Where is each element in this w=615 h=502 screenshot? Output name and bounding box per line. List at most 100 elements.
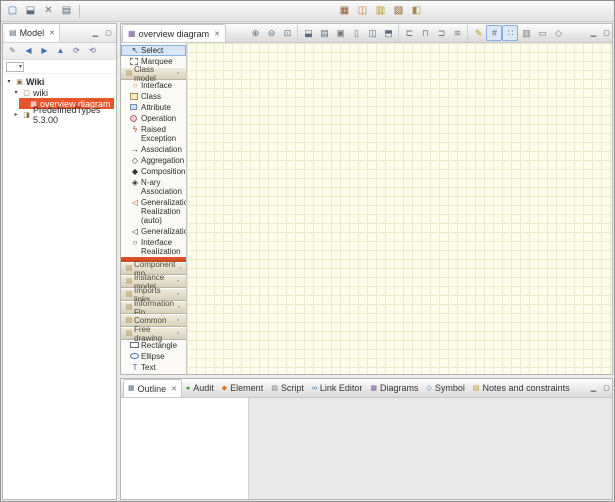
new-icon[interactable]: ▢ (4, 3, 21, 20)
tab-icon: ▤ (271, 385, 278, 392)
tree-filter-dropdown[interactable]: ▾ (6, 62, 24, 72)
navigate-forward-icon[interactable]: ▶ (37, 44, 52, 58)
smart-link-icon[interactable]: ◇ (550, 25, 566, 41)
minimize-icon[interactable]: ▁ (90, 28, 101, 39)
tree-item-label: wiki (33, 88, 48, 98)
navigate-back-icon[interactable]: ◀ (21, 44, 36, 58)
wizard-icon[interactable]: ◫ (354, 3, 371, 20)
drawer-pin-icon[interactable]: ◦ (173, 330, 183, 337)
palette-item-operation[interactable]: Operation (121, 113, 186, 124)
close-icon[interactable]: ✕ (49, 29, 55, 37)
maximize-icon[interactable]: ▢ (601, 28, 612, 39)
zoom-in-icon[interactable]: ⊕ (247, 25, 263, 41)
palette-drawer-information-flows[interactable]: ▤ Information Flo... ◦ (121, 301, 186, 314)
maximize-icon[interactable]: ▢ (601, 383, 612, 394)
close-icon[interactable]: ✕ (214, 30, 220, 38)
tab-overview-diagram[interactable]: ▦ overview diagram ✕ (122, 24, 226, 42)
palette-item-line[interactable]: ╲ Line (121, 373, 186, 374)
toolbar-button-glyph: ⟳ (73, 47, 80, 55)
maximize-icon[interactable]: ▢ (103, 28, 114, 39)
show-grid-icon[interactable]: # (486, 25, 502, 41)
tab-label: overview diagram (139, 29, 210, 39)
expand-toggle-icon[interactable]: ▾ (12, 89, 20, 96)
drawer-pin-icon[interactable]: ◦ (175, 265, 185, 272)
snap-to-grid-icon[interactable]: ∷ (502, 25, 518, 41)
drawer-pin-icon[interactable]: ◦ (173, 70, 183, 77)
edit-style-icon[interactable]: ✎ (470, 25, 486, 41)
align-right-icon[interactable]: ⊐ (433, 25, 449, 41)
align-top-icon[interactable]: ⊓ (417, 25, 433, 41)
tab-symbol[interactable]: ◇ Symbol ✕ (423, 379, 469, 397)
palette-tool-select[interactable]: ↖ Select (121, 45, 186, 56)
element-create-icon[interactable]: ◧ (408, 3, 425, 20)
tab-label: Symbol (435, 383, 465, 393)
tab-label: Model (20, 28, 45, 38)
print-diagram-icon[interactable]: ▤ (316, 25, 332, 41)
edit-properties-icon[interactable]: ✎ (5, 44, 20, 58)
drawer-pin-icon[interactable]: ◦ (173, 278, 183, 285)
drawer-pin-icon[interactable]: ◦ (173, 291, 183, 298)
application-window: ▢ ⬓ ✕ ▤ ▦ ◫ ▥ ▨ ◧ ▤ (0, 0, 615, 502)
zoom-out-icon[interactable]: ⊖ (263, 25, 279, 41)
toolbar-separator (79, 5, 80, 18)
tab-diagrams[interactable]: ▦ Diagrams ✕ (366, 379, 422, 397)
expand-toggle-icon[interactable]: ▸ (12, 111, 20, 118)
tab-notes-constraints[interactable]: ▤ Notes and constraints ✕ (469, 379, 574, 397)
palette-item-aggregation[interactable]: ◇ Aggregation (121, 155, 186, 166)
palette-item-rectangle[interactable]: Rectangle (121, 340, 186, 351)
palette-item-composition[interactable]: ◆ Composition (121, 166, 186, 177)
tab-script[interactable]: ▤ Script ✕ (267, 379, 308, 397)
delete-icon[interactable]: ✕ (40, 3, 57, 20)
palette-item-association[interactable]: → Association (121, 144, 186, 155)
tree-item-predefined-types[interactable]: ▸ ◨ PredefinedTypes 5.3.00 (3, 109, 116, 120)
tab-link-editor[interactable]: ∞ Link Editor ✕ (308, 379, 367, 397)
pattern-icon[interactable]: ▥ (372, 3, 389, 20)
palette-item-nary-association[interactable]: ◈ N-ary Association (121, 177, 186, 197)
palette-item-ellipse[interactable]: Ellipse (121, 351, 186, 362)
palette-item-label: Ellipse (141, 352, 185, 361)
copy-image-icon[interactable]: ▣ (332, 25, 348, 41)
tab-element[interactable]: ◆ Element ✕ (218, 379, 267, 397)
fit-to-window-icon[interactable]: ◫ (364, 25, 380, 41)
palette-item-attribute[interactable]: Attribute (121, 102, 186, 113)
refresh-icon[interactable]: ⟳ (69, 44, 84, 58)
align-left-icon[interactable]: ⊏ (401, 25, 417, 41)
editor-body: ↖ Select Marquee ▤ Class model (121, 43, 612, 374)
tab-icon: ◇ (427, 385, 432, 392)
palette-item-generalization[interactable]: ◁ Generalization (121, 226, 186, 237)
palette-drawer-free-drawing[interactable]: ▤ Free drawing ◦ (121, 327, 186, 340)
page-bounds-icon[interactable]: ▭ (534, 25, 550, 41)
palette-item-generalization-realization-auto[interactable]: ◁ Generalizatio... Realization (auto) (121, 197, 186, 226)
drawer-pin-icon[interactable]: ◦ (173, 317, 183, 324)
tab-model[interactable]: ▤ Model ✕ (5, 24, 60, 42)
palette-item-text[interactable]: T Text (121, 362, 186, 373)
expand-toggle-icon[interactable]: ▾ (5, 78, 13, 85)
link-with-editor-icon[interactable]: ⟲ (85, 44, 100, 58)
diagram-canvas[interactable] (187, 43, 612, 374)
palette-item-interface-realization[interactable]: ○ Interface Realization (121, 237, 186, 257)
zoom-fit-icon[interactable]: ⊡ (279, 25, 295, 41)
page-setup-icon[interactable]: ▯ (348, 25, 364, 41)
save-diagram-icon[interactable]: ⬓ (300, 25, 316, 41)
palette-item-class[interactable]: Class (121, 91, 186, 102)
palette-item-interface[interactable]: ○ Interface (121, 80, 186, 91)
minimize-icon[interactable]: ▁ (588, 28, 599, 39)
navigate-up-icon[interactable]: ▲ (53, 44, 68, 58)
minimize-icon[interactable]: ▁ (588, 383, 599, 394)
diagram-create-icon[interactable]: ▨ (390, 3, 407, 20)
tree-item-wiki-package[interactable]: ▾ ▢ wiki (3, 87, 116, 98)
palette-item-raised-exception[interactable]: ϟ Raised Exception (121, 124, 186, 144)
modules-catalog-icon[interactable]: ▦ (336, 3, 353, 20)
drawer-pin-icon[interactable]: ◦ (174, 304, 184, 311)
palette-item-label: Interface (141, 81, 185, 90)
close-icon[interactable]: ✕ (171, 385, 177, 393)
show-rulers-icon[interactable]: ▥ (518, 25, 534, 41)
print-icon[interactable]: ▤ (58, 3, 75, 20)
auto-size-icon[interactable]: ⬒ (380, 25, 396, 41)
tree-item-wiki-project[interactable]: ▾ ▣ Wiki (3, 76, 116, 87)
tab-outline[interactable]: ▦ Outline ✕ (123, 379, 182, 397)
tab-audit[interactable]: ● Audit ✕ (182, 379, 218, 397)
save-icon[interactable]: ⬓ (22, 3, 39, 20)
distribute-icon[interactable]: ≋ (449, 25, 465, 41)
palette-drawer-class-model[interactable]: ▤ Class model ◦ (121, 67, 186, 80)
